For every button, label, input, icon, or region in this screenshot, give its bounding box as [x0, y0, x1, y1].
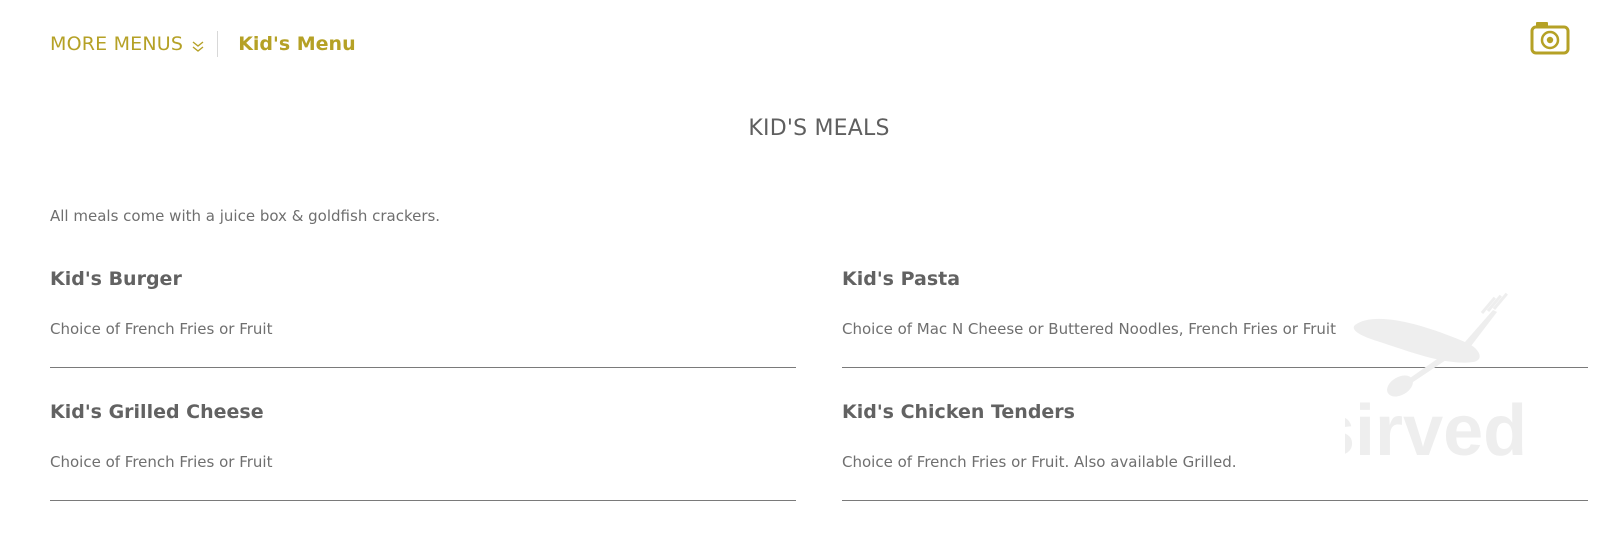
menu-navigation: MORE MENUS Kid's Menu — [50, 28, 356, 60]
nav-divider — [217, 31, 219, 57]
menu-item-description: Choice of French Fries or Fruit. Also av… — [842, 453, 1237, 471]
section-description: All meals come with a juice box & goldfi… — [50, 207, 441, 225]
menu-item-kids-grilled-cheese: Kid's Grilled Cheese Choice of French Fr… — [50, 401, 796, 501]
menu-item-description: Choice of Mac N Cheese or Buttered Noodl… — [842, 320, 1336, 338]
section-title: KID'S MEALS — [748, 116, 890, 141]
more-menus-button[interactable]: MORE MENUS — [50, 33, 215, 55]
menu-item-name: Kid's Grilled Cheese — [50, 401, 264, 423]
menu-item-description: Choice of French Fries or Fruit — [50, 320, 273, 338]
menu-item-kids-burger: Kid's Burger Choice of French Fries or F… — [50, 268, 796, 368]
camera-icon[interactable] — [1530, 20, 1570, 56]
menu-item-kids-chicken-tenders: Kid's Chicken Tenders Choice of French F… — [842, 401, 1588, 501]
menu-item-kids-pasta: Kid's Pasta Choice of Mac N Cheese or Bu… — [842, 268, 1588, 368]
menu-item-description: Choice of French Fries or Fruit — [50, 453, 273, 471]
more-menus-label: MORE MENUS — [50, 33, 184, 55]
menu-item-name: Kid's Chicken Tenders — [842, 401, 1075, 423]
menu-item-name: Kid's Pasta — [842, 268, 961, 290]
current-menu-title[interactable]: Kid's Menu — [238, 33, 355, 55]
menu-item-name: Kid's Burger — [50, 268, 182, 290]
chevron-double-down-icon — [191, 37, 205, 52]
